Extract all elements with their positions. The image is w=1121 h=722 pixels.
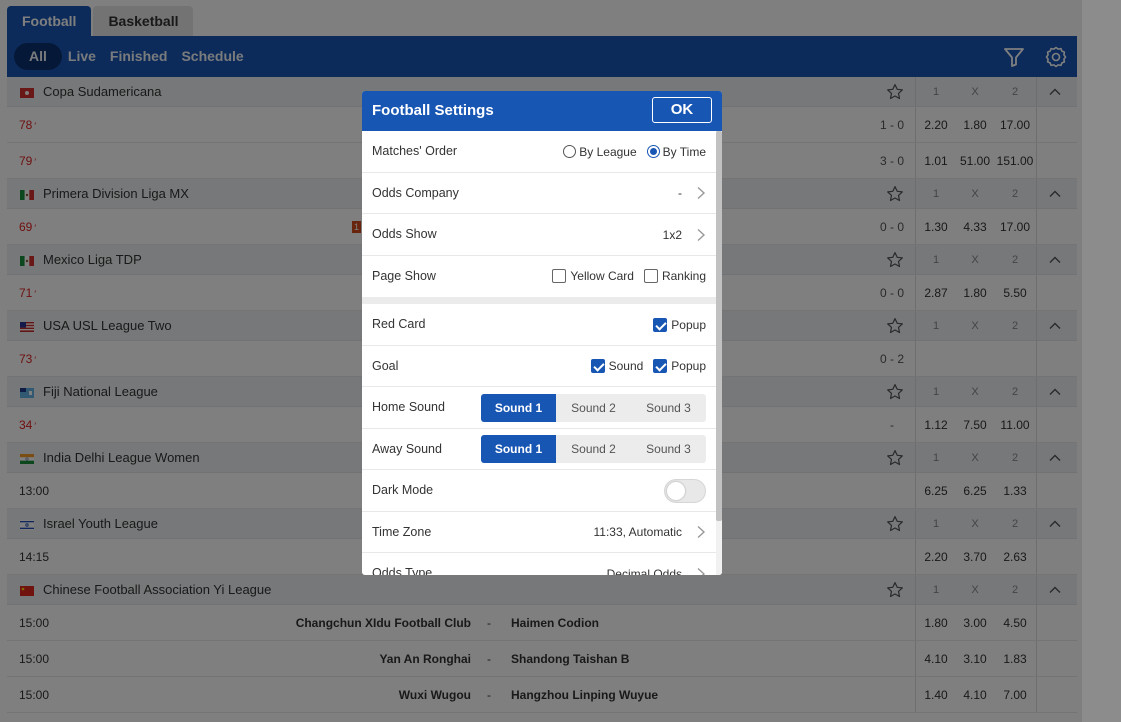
by-time-radio[interactable] bbox=[646, 145, 660, 158]
goal-sound-label[interactable]: Sound bbox=[609, 359, 644, 373]
odds-company-value: - bbox=[678, 186, 682, 200]
setting-home-sound: Home Sound Sound 1 Sound 2 Sound 3 bbox=[362, 387, 716, 429]
setting-label: Dark Mode bbox=[372, 483, 434, 497]
ok-button[interactable]: OK bbox=[652, 97, 712, 123]
setting-away-sound: Away Sound Sound 1 Sound 2 Sound 3 bbox=[362, 429, 716, 470]
setting-label: Page Show bbox=[372, 268, 436, 283]
chevron-right-icon bbox=[696, 186, 706, 200]
chevron-right-icon bbox=[696, 567, 706, 575]
goal-sound-checkbox[interactable] bbox=[590, 359, 605, 373]
setting-label: Home Sound bbox=[372, 400, 445, 414]
odds-type-value: Decimal Odds bbox=[606, 566, 682, 576]
setting-time-zone[interactable]: Time Zone 11:33, Automatic bbox=[362, 512, 716, 553]
setting-dark-mode: Dark Mode bbox=[362, 470, 716, 512]
yellow-card-label[interactable]: Yellow Card bbox=[570, 269, 634, 283]
setting-page-show: Page Show Yellow Card Ranking bbox=[362, 256, 716, 298]
page-gutter bbox=[1082, 0, 1121, 722]
by-league-label[interactable]: By League bbox=[579, 145, 636, 159]
time-zone-value: 11:33, Automatic bbox=[593, 525, 683, 539]
goal-popup-checkbox[interactable] bbox=[653, 359, 668, 373]
red-card-popup-label[interactable]: Popup bbox=[671, 318, 706, 332]
odds-show-value: 1x2 bbox=[662, 227, 682, 242]
settings-header: Football Settings OK bbox=[362, 91, 722, 131]
setting-label: Goal bbox=[372, 358, 399, 373]
setting-odds-type[interactable]: Odds Type Decimal Odds bbox=[362, 553, 716, 575]
setting-label: Odds Company bbox=[372, 185, 459, 200]
setting-label: Matches' Order bbox=[372, 144, 458, 158]
dark-mode-toggle[interactable] bbox=[664, 478, 706, 503]
ranking-checkbox[interactable] bbox=[643, 269, 658, 283]
settings-title: Football Settings bbox=[372, 102, 494, 119]
section-separator bbox=[362, 297, 716, 304]
setting-label: Odds Type bbox=[372, 566, 433, 575]
app-root: Football Basketball All Live Finished Sc… bbox=[0, 0, 1082, 722]
by-league-radio[interactable] bbox=[563, 145, 577, 158]
setting-label: Away Sound bbox=[372, 441, 442, 456]
away-sound-1-button[interactable]: Sound 1 bbox=[481, 435, 556, 463]
chevron-right-icon bbox=[696, 525, 706, 539]
setting-red-card: Red Card Popup bbox=[362, 304, 716, 346]
setting-label: Red Card bbox=[372, 317, 426, 331]
by-time-label[interactable]: By Time bbox=[663, 145, 706, 159]
goal-popup-label[interactable]: Popup bbox=[671, 359, 706, 373]
away-sound-3-button[interactable]: Sound 3 bbox=[631, 435, 706, 463]
home-sound-1-button[interactable]: Sound 1 bbox=[481, 393, 556, 422]
setting-label: Odds Show bbox=[372, 227, 437, 241]
ranking-label[interactable]: Ranking bbox=[662, 269, 706, 283]
red-card-popup-checkbox[interactable] bbox=[653, 317, 668, 332]
home-sound-2-button[interactable]: Sound 2 bbox=[556, 394, 631, 422]
setting-matches-order: Matches' Order By League By Time bbox=[362, 131, 716, 173]
settings-modal: Football Settings OK Matches' Order By L… bbox=[362, 91, 722, 575]
settings-scrollbar-thumb[interactable] bbox=[716, 131, 722, 521]
chevron-right-icon bbox=[696, 228, 706, 242]
setting-odds-company[interactable]: Odds Company - bbox=[362, 173, 716, 214]
home-sound-3-button[interactable]: Sound 3 bbox=[631, 394, 706, 422]
away-sound-selector: Sound 1 Sound 2 Sound 3 bbox=[481, 435, 706, 463]
setting-odds-show[interactable]: Odds Show 1x2 bbox=[362, 214, 716, 256]
yellow-card-checkbox[interactable] bbox=[552, 269, 567, 283]
home-sound-selector: Sound 1 Sound 2 Sound 3 bbox=[481, 393, 706, 422]
away-sound-2-button[interactable]: Sound 2 bbox=[556, 435, 631, 463]
setting-label: Time Zone bbox=[372, 524, 432, 539]
setting-goal: Goal Sound Popup bbox=[362, 346, 716, 387]
settings-body: Matches' Order By League By Time Odds Co… bbox=[362, 131, 716, 575]
